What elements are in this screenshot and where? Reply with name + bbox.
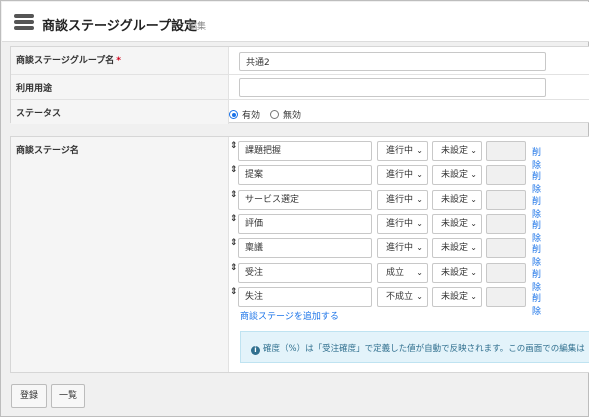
info-box: i 確度（%）は「受注確度」で定義した値が自動で反映されます。この画面での編集は	[240, 331, 589, 363]
status-label: ステータス	[11, 100, 229, 124]
status-row: ステータス 有効 無効	[11, 100, 589, 124]
stage-state-select[interactable]: 進行中 ⌄	[377, 189, 428, 210]
probability-field	[486, 165, 526, 186]
probability-field	[486, 238, 526, 259]
stage-name-input[interactable]: サービス選定	[238, 189, 372, 210]
page-title: 商談ステージグループ設定	[42, 19, 197, 34]
chevron-down-icon: ⌄	[470, 218, 477, 228]
delete-link[interactable]: 削除	[532, 218, 541, 244]
stage-state-select[interactable]: 進行中 ⌄	[377, 141, 428, 161]
stage-setting-select[interactable]: 未設定 ⌄	[432, 238, 482, 259]
stage-name-input[interactable]: 評価	[238, 213, 372, 234]
stage-setting-value: 未設定	[441, 218, 469, 229]
stage-setting-select[interactable]: 未設定 ⌄	[432, 286, 482, 307]
group-settings-panel: 商談ステージグループ名* 利用用途 ステータス 有効 無効	[10, 46, 589, 124]
stage-state-value: 進行中	[386, 218, 414, 229]
stages-label: 商談ステージ名	[11, 137, 229, 372]
stage-name-input[interactable]: 受注	[238, 262, 372, 283]
stage-name-input[interactable]: 失注	[238, 286, 372, 307]
chevron-down-icon: ⌄	[470, 243, 477, 253]
stage-setting-select[interactable]: 未設定 ⌄	[432, 165, 482, 186]
chevron-down-icon: ⌄	[470, 194, 477, 204]
stages-panel: 商談ステージ名 ⇕ 課題把握 進行中 ⌄ 未設定 ⌄ 削除 ⇕ 提案 進行中 ⌄ 未設定 ⌄ 削除 ⇕ サービ…	[10, 136, 589, 373]
stage-state-value: 進行中	[386, 243, 414, 254]
probability-field	[486, 213, 526, 234]
stage-state-select[interactable]: 進行中 ⌄	[377, 165, 428, 186]
delete-link[interactable]: 削除	[532, 267, 541, 293]
usage-row: 利用用途	[11, 75, 589, 100]
delete-link[interactable]: 削除	[532, 194, 541, 220]
chevron-down-icon: ⌄	[470, 146, 477, 155]
delete-link[interactable]: 削除	[532, 145, 541, 171]
delete-link[interactable]: 削除	[532, 169, 541, 195]
stage-name-input[interactable]: 稟議	[238, 238, 372, 259]
stage-state-select[interactable]: 不成立 ⌄	[377, 286, 428, 307]
chevron-down-icon: ⌄	[470, 170, 477, 180]
required-mark: *	[116, 56, 121, 66]
drag-handle-icon[interactable]: ⇕	[230, 263, 238, 273]
chevron-down-icon: ⌄	[470, 291, 477, 301]
chevron-down-icon: ⌄	[416, 218, 423, 228]
group-name-input[interactable]	[239, 52, 546, 71]
probability-field	[486, 141, 526, 161]
database-icon	[14, 14, 34, 30]
page-subtitle: 編集	[188, 22, 207, 32]
chevron-down-icon: ⌄	[416, 146, 423, 155]
stage-state-select[interactable]: 進行中 ⌄	[377, 213, 428, 234]
drag-handle-icon[interactable]: ⇕	[230, 190, 238, 200]
group-name-row: 商談ステージグループ名 *	[11, 47, 589, 75]
stage-setting-value: 未設定	[441, 170, 469, 181]
chevron-down-icon: ⌄	[416, 194, 423, 204]
status-active-label: 有効	[242, 111, 261, 121]
stage-setting-value: 未設定	[441, 291, 469, 302]
chevron-down-icon: ⌄	[470, 267, 477, 277]
stage-setting-value: 未設定	[441, 267, 469, 278]
stage-setting-select[interactable]: 未設定 ⌄	[432, 141, 482, 161]
radio-inactive-icon[interactable]	[270, 110, 279, 119]
stage-setting-value: 未設定	[441, 243, 469, 254]
chevron-down-icon: ⌄	[416, 267, 423, 277]
probability-field	[486, 286, 526, 307]
chevron-down-icon: ⌄	[416, 170, 423, 180]
stage-state-value: 進行中	[386, 194, 414, 205]
stage-setting-select[interactable]: 未設定 ⌄	[432, 262, 482, 283]
chevron-down-icon: ⌄	[416, 291, 423, 301]
stage-setting-value: 未設定	[441, 194, 469, 205]
stage-name-input[interactable]: 課題把握	[238, 141, 372, 161]
stage-state-value: 進行中	[386, 170, 414, 181]
list-button[interactable]: 一覧	[51, 384, 85, 408]
usage-input[interactable]	[239, 78, 546, 97]
probability-field	[486, 262, 526, 283]
stage-setting-select[interactable]: 未設定 ⌄	[432, 189, 482, 210]
group-name-label-text: 商談ステージグループ名	[16, 56, 115, 66]
radio-active-icon[interactable]	[229, 110, 238, 119]
drag-handle-icon[interactable]: ⇕	[230, 165, 238, 175]
page-header: 商談ステージグループ設定 編集	[2, 2, 589, 42]
info-text: 確度（%）は「受注確度」で定義した値が自動で反映されます。この画面での編集は	[263, 344, 585, 354]
stage-state-value: 進行中	[386, 146, 414, 156]
info-icon: i	[251, 346, 260, 355]
stage-setting-value: 未設定	[441, 146, 469, 156]
probability-field	[486, 189, 526, 210]
group-name-label: 商談ステージグループ名 *	[11, 47, 229, 74]
drag-handle-icon[interactable]: ⇕	[230, 287, 238, 297]
drag-handle-icon[interactable]: ⇕	[230, 238, 238, 248]
stage-state-select[interactable]: 進行中 ⌄	[377, 238, 428, 259]
chevron-down-icon: ⌄	[416, 243, 423, 253]
stage-state-select[interactable]: 成立 ⌄	[377, 262, 428, 283]
delete-link[interactable]: 削除	[532, 291, 541, 317]
add-stage-link[interactable]: 商談ステージを追加する	[240, 309, 339, 322]
drag-handle-icon[interactable]: ⇕	[230, 141, 238, 151]
status-radio-inactive[interactable]: 無効	[270, 108, 301, 121]
stage-state-value: 成立	[386, 267, 405, 278]
status-inactive-label: 無効	[283, 111, 302, 121]
status-radio-active[interactable]: 有効	[229, 108, 260, 121]
stage-setting-select[interactable]: 未設定 ⌄	[432, 213, 482, 234]
drag-handle-icon[interactable]: ⇕	[230, 214, 238, 224]
stage-name-input[interactable]: 提案	[238, 165, 372, 186]
stage-state-value: 不成立	[386, 291, 414, 302]
register-button[interactable]: 登録	[11, 384, 47, 408]
usage-label: 利用用途	[11, 75, 229, 99]
delete-link[interactable]: 削除	[532, 242, 541, 268]
